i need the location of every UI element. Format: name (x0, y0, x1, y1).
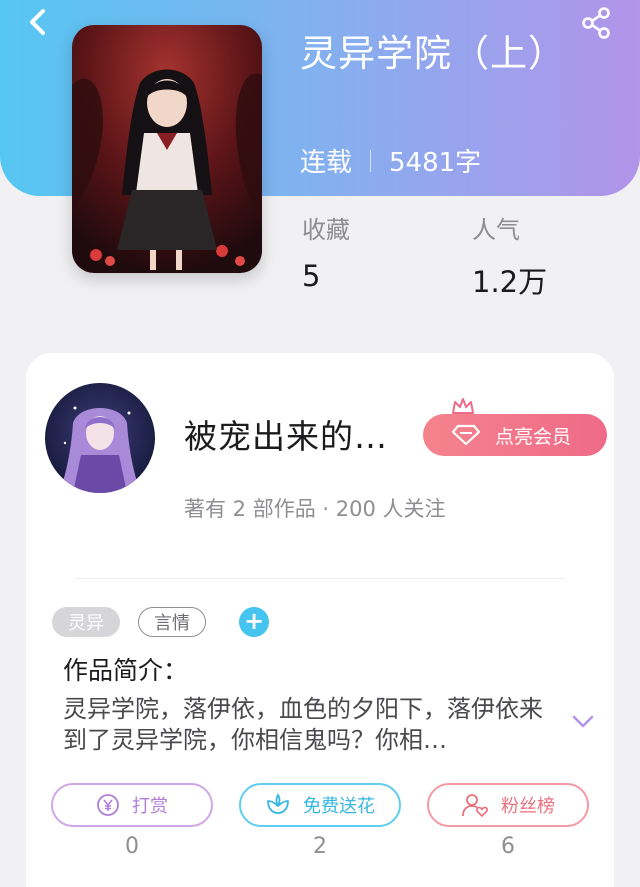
intro-text: 灵异学院，落伊依，血色的夕阳下，落伊依来到了灵异学院，你相信鬼吗？你相… (63, 695, 543, 754)
serial-status: 连载 (300, 148, 353, 178)
popularity-label: 人气 (472, 216, 520, 244)
book-title: 灵异学院（上） (300, 32, 566, 75)
fan-ranking-label: 粉丝榜 (501, 796, 555, 817)
flower-icon (267, 793, 289, 814)
send-flower-button[interactable]: 免费送花 (239, 783, 401, 827)
word-count: 5481字 (389, 148, 482, 178)
fan-count: 6 (501, 834, 515, 859)
favorites-stat: 收藏 5 (302, 210, 350, 293)
author-avatar[interactable] (45, 383, 155, 493)
book-status-row: 连载 5481字 (300, 142, 481, 179)
favorites-value: 5 (302, 259, 321, 293)
back-button[interactable] (22, 6, 54, 38)
tag-genre[interactable]: 灵异 (52, 607, 120, 637)
share-button[interactable] (580, 6, 614, 40)
tip-button-label: 打赏 (132, 796, 168, 817)
yen-coin-icon (97, 794, 119, 816)
flower-count: 2 (313, 834, 327, 859)
add-tag-button[interactable]: + (239, 607, 269, 637)
tag-romance[interactable]: 言情 (138, 607, 206, 637)
author-meta: 著有 2 部作品 · 200 人关注 (184, 497, 446, 521)
status-divider (370, 149, 372, 172)
vip-membership-button[interactable]: 点亮会员 (423, 414, 607, 456)
fan-ranking-button[interactable]: 粉丝榜 (427, 783, 589, 827)
chevron-left-icon (30, 9, 45, 35)
expand-intro-button[interactable] (570, 712, 596, 732)
share-icon (582, 7, 610, 39)
section-divider (75, 578, 565, 579)
chevron-down-icon (572, 715, 594, 728)
book-cover-image (72, 25, 262, 273)
avatar-image (45, 383, 155, 493)
popularity-stat: 人气 1.2万 (472, 210, 547, 301)
tip-count: 0 (125, 834, 139, 859)
favorites-label: 收藏 (302, 216, 350, 244)
popularity-value: 1.2万 (472, 265, 548, 299)
send-flower-label: 免费送花 (303, 796, 375, 817)
diamond-icon (451, 424, 481, 446)
user-heart-icon (462, 794, 489, 818)
intro-heading: 作品简介： (63, 656, 189, 685)
book-cover[interactable] (72, 25, 262, 273)
vip-button-label: 点亮会员 (495, 425, 572, 448)
crown-icon (452, 398, 474, 414)
tip-button[interactable]: 打赏 (51, 783, 213, 827)
author-name[interactable]: 被宠出来的… (184, 410, 388, 458)
